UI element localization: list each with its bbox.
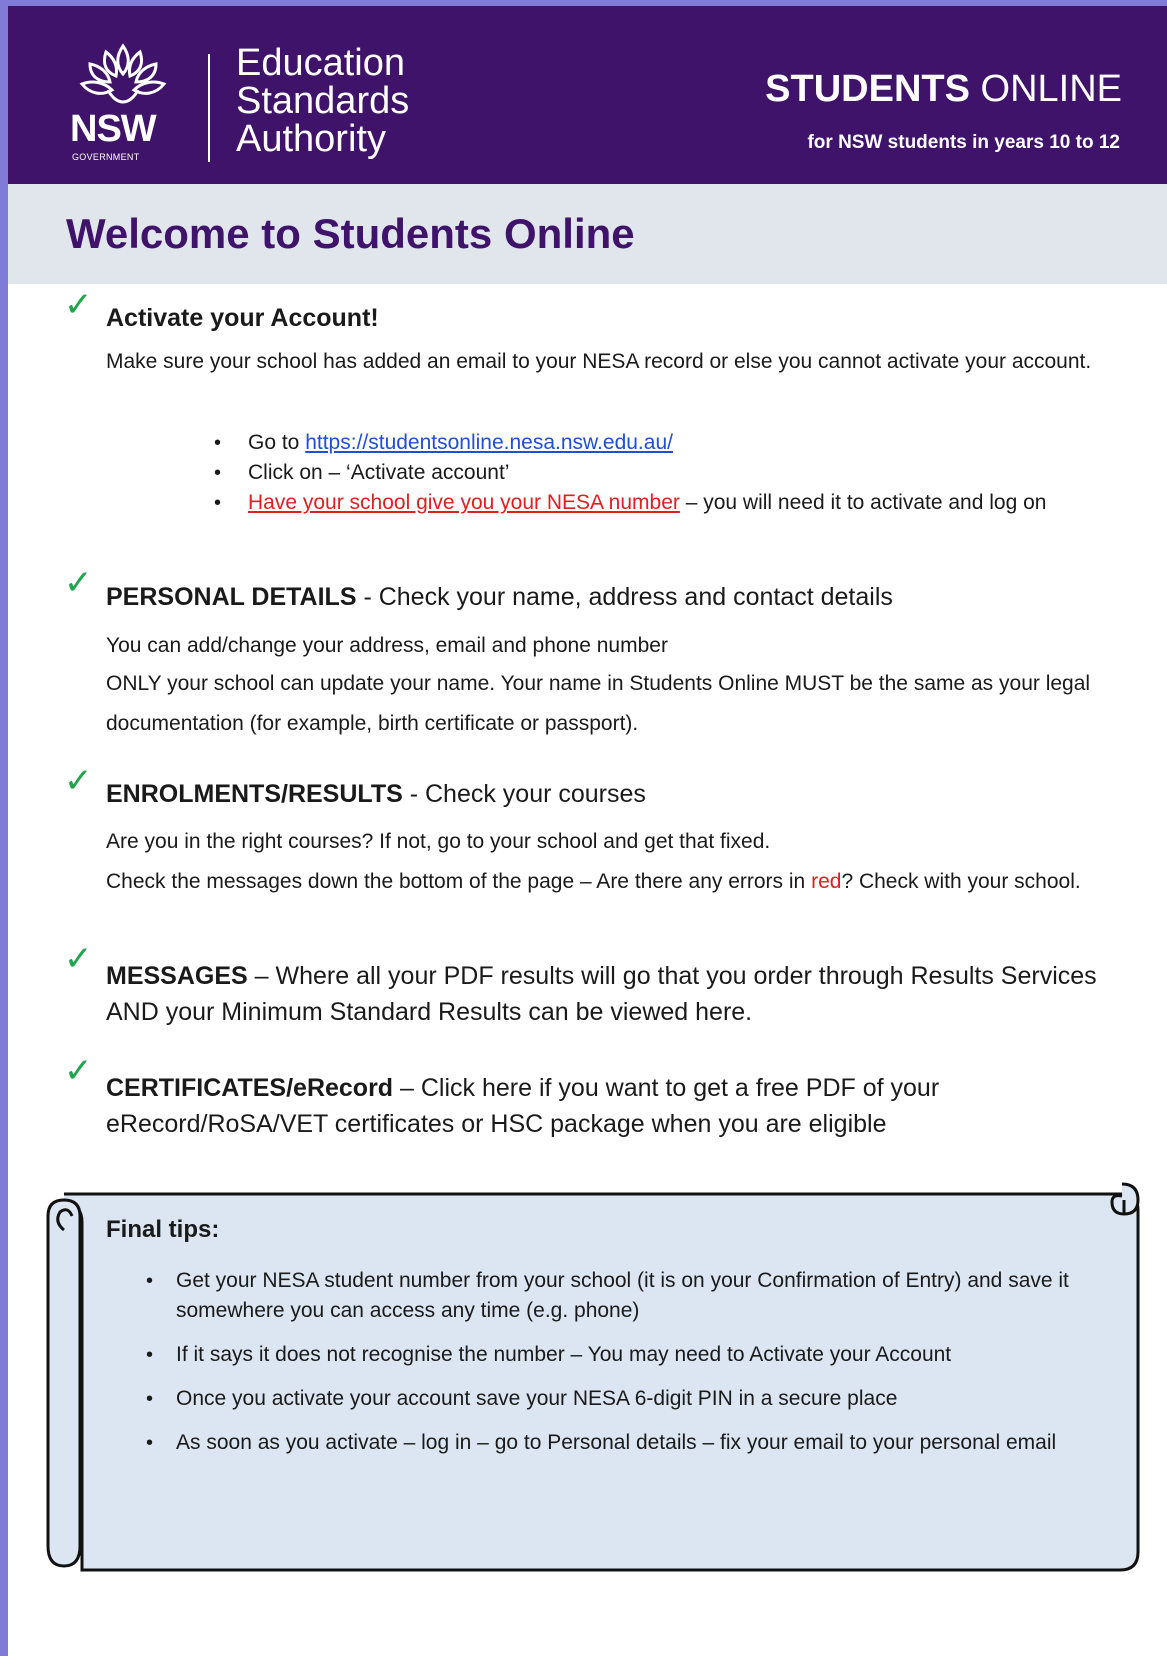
page-header: NSW GOVERNMENT Education Standards Autho…: [8, 6, 1167, 184]
list-item: Have your school give you your NESA numb…: [210, 488, 1090, 518]
enrolments-line-2-post: ? Check with your school.: [841, 870, 1081, 893]
nesa-number-link[interactable]: Have your school give you your NESA numb…: [248, 491, 680, 514]
agency-name: Education Standards Authority: [236, 44, 409, 158]
agency-line-3: Authority: [236, 118, 386, 160]
enrolments-line-2-pre: Check the messages down the bottom of th…: [106, 870, 812, 893]
app-title-bold: STUDENTS: [765, 68, 970, 110]
personal-heading-bold: PERSONAL DETAILS: [106, 583, 357, 611]
enrolments-line-1: Are you in the right courses? If not, go…: [106, 830, 771, 853]
list-item: Go to https://studentsonline.nesa.nsw.ed…: [210, 428, 1090, 458]
enrolments-heading-rest: - Check your courses: [402, 780, 646, 808]
certificates-heading-bold: CERTIFICATES/eRecord: [106, 1074, 394, 1102]
agency-line-1: Education: [236, 42, 406, 84]
certificates-paragraph: CERTIFICATES/eRecord – Click here if you…: [106, 1070, 1106, 1142]
list-item: If it says it does not recognise the num…: [142, 1340, 1082, 1370]
page-frame-left: [0, 0, 8, 1656]
logo-wordmark: NSW: [70, 108, 157, 150]
tips-list: Get your NESA student number from your s…: [142, 1266, 1082, 1472]
enrolments-heading-bold: ENROLMENTS/RESULTS: [106, 780, 403, 808]
step-prefix: Go to: [248, 431, 306, 454]
logo-divider: [208, 54, 210, 162]
agency-line-2: Standards: [236, 80, 410, 122]
list-item: Click on – ‘Activate account’: [210, 458, 1090, 488]
welcome-band: Welcome to Students Online: [8, 184, 1167, 284]
personal-heading-rest: - Check your name, address and contact d…: [356, 583, 893, 611]
app-subtitle: for NSW students in years 10 to 12: [807, 132, 1120, 153]
activate-steps-list: Go to https://studentsonline.nesa.nsw.ed…: [210, 428, 1090, 518]
activate-body: Make sure your school has added an email…: [106, 350, 1092, 373]
tips-title: Final tips:: [106, 1216, 220, 1243]
students-online-link[interactable]: https://studentsonline.nesa.nsw.edu.au/: [305, 431, 673, 454]
logo-subtext: GOVERNMENT: [72, 152, 140, 162]
step-text: – you will need it to activate and log o…: [679, 491, 1047, 514]
messages-heading-bold: MESSAGES: [106, 962, 248, 990]
step-text: Click on – ‘Activate account’: [248, 461, 510, 484]
list-item: Get your NESA student number from your s…: [142, 1266, 1082, 1326]
activate-heading-text: Activate your Account!: [106, 304, 379, 332]
checkmark-icon: ✓: [64, 939, 93, 979]
list-item: As soon as you activate – log in – go to…: [142, 1428, 1082, 1458]
messages-text: – Where all your PDF results will go tha…: [106, 962, 1097, 1026]
enrolments-heading: ENROLMENTS/RESULTS - Check your courses: [106, 780, 646, 809]
checkmark-icon: ✓: [64, 563, 93, 603]
app-title: STUDENTS ONLINE: [765, 68, 1122, 111]
personal-heading: PERSONAL DETAILS - Check your name, addr…: [106, 583, 893, 612]
checkmark-icon: ✓: [64, 761, 93, 801]
personal-line-2: ONLY your school can update your name. Y…: [106, 672, 1091, 735]
activate-heading: Activate your Account!: [106, 304, 379, 333]
checkmark-icon: ✓: [64, 285, 93, 325]
messages-paragraph: MESSAGES – Where all your PDF results wi…: [106, 958, 1106, 1030]
enrolments-line-2: Check the messages down the bottom of th…: [106, 862, 1096, 902]
list-item: Once you activate your account save your…: [142, 1384, 1082, 1414]
waratah-icon: [79, 43, 167, 104]
page-title: Welcome to Students Online: [66, 210, 635, 257]
app-title-rest: ONLINE: [969, 68, 1123, 110]
enrolments-red-word: red: [811, 870, 842, 893]
checkmark-icon: ✓: [64, 1051, 93, 1091]
nsw-government-logo: NSW GOVERNMENT: [68, 38, 188, 168]
personal-line-1: You can add/change your address, email a…: [106, 634, 668, 657]
